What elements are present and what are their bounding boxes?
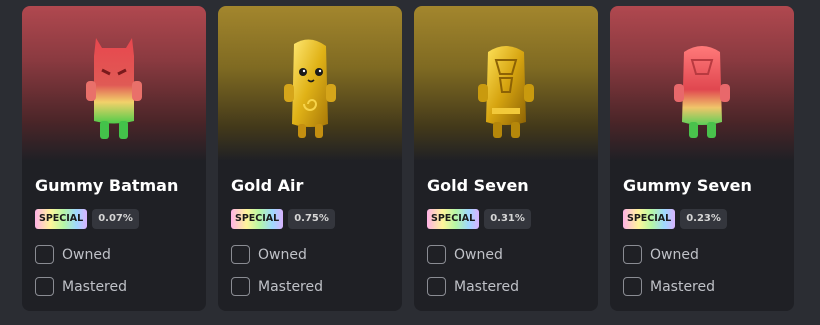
skin-card-gummy-batman[interactable]: Gummy Batman SPECIAL 0.07% Owned Mastere… bbox=[22, 6, 206, 311]
owned-label: Owned bbox=[62, 246, 111, 263]
gold-seven-figure-icon bbox=[478, 46, 534, 138]
rarity-badge: 0.31% bbox=[484, 209, 531, 229]
checkbox-box[interactable] bbox=[623, 277, 642, 296]
card-art bbox=[414, 6, 598, 161]
owned-label: Owned bbox=[650, 246, 699, 263]
card-art bbox=[218, 6, 402, 161]
card-art bbox=[22, 6, 206, 161]
skin-card-gold-air[interactable]: Gold Air SPECIAL 0.75% Owned Mastered bbox=[218, 6, 402, 311]
mastered-label: Mastered bbox=[258, 278, 324, 295]
mastered-label: Mastered bbox=[650, 278, 716, 295]
skin-card-gummy-seven[interactable]: Gummy Seven SPECIAL 0.23% Owned Mastered bbox=[610, 6, 794, 311]
checkbox-box[interactable] bbox=[35, 277, 54, 296]
special-badge: SPECIAL bbox=[231, 209, 284, 229]
gummy-batman-figure-icon bbox=[86, 38, 142, 139]
card-title: Gummy Seven bbox=[623, 176, 752, 195]
mastered-label: Mastered bbox=[62, 278, 128, 295]
checkbox-box[interactable] bbox=[623, 245, 642, 264]
card-badges: SPECIAL 0.23% bbox=[623, 209, 727, 229]
rarity-badge: 0.07% bbox=[92, 209, 139, 229]
gummy-seven-figure-icon bbox=[674, 46, 730, 138]
checkbox-box[interactable] bbox=[427, 277, 446, 296]
mastered-checkbox[interactable]: Mastered bbox=[623, 277, 715, 296]
special-badge: SPECIAL bbox=[427, 209, 480, 229]
owned-checkbox[interactable]: Owned bbox=[35, 245, 111, 264]
mastered-label: Mastered bbox=[454, 278, 520, 295]
card-badges: SPECIAL 0.07% bbox=[35, 209, 139, 229]
mastered-checkbox[interactable]: Mastered bbox=[231, 277, 323, 296]
owned-checkbox[interactable]: Owned bbox=[231, 245, 307, 264]
card-title: Gold Seven bbox=[427, 176, 529, 195]
card-badges: SPECIAL 0.31% bbox=[427, 209, 531, 229]
rarity-badge: 0.75% bbox=[288, 209, 335, 229]
skin-card-gold-seven[interactable]: Gold Seven SPECIAL 0.31% Owned Mastered bbox=[414, 6, 598, 311]
rarity-badge: 0.23% bbox=[680, 209, 727, 229]
owned-checkbox[interactable]: Owned bbox=[623, 245, 699, 264]
owned-checkbox[interactable]: Owned bbox=[427, 245, 503, 264]
card-title: Gummy Batman bbox=[35, 176, 179, 195]
gold-air-figure-icon bbox=[284, 39, 336, 138]
card-badges: SPECIAL 0.75% bbox=[231, 209, 335, 229]
mastered-checkbox[interactable]: Mastered bbox=[427, 277, 519, 296]
checkbox-box[interactable] bbox=[231, 245, 250, 264]
special-badge: SPECIAL bbox=[35, 209, 88, 229]
mastered-checkbox[interactable]: Mastered bbox=[35, 277, 127, 296]
checkbox-box[interactable] bbox=[231, 277, 250, 296]
special-badge: SPECIAL bbox=[623, 209, 676, 229]
owned-label: Owned bbox=[258, 246, 307, 263]
owned-label: Owned bbox=[454, 246, 503, 263]
checkbox-box[interactable] bbox=[427, 245, 446, 264]
skin-grid: Gummy Batman SPECIAL 0.07% Owned Mastere… bbox=[22, 6, 794, 311]
checkbox-box[interactable] bbox=[35, 245, 54, 264]
card-art bbox=[610, 6, 794, 161]
card-title: Gold Air bbox=[231, 176, 304, 195]
